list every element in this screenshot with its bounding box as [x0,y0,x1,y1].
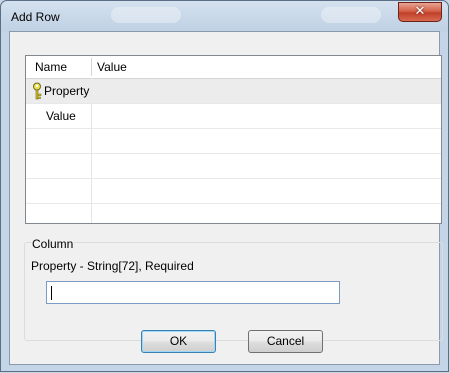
grid-row-value[interactable]: Value [26,104,441,129]
grid-row-property[interactable]: Property [26,79,441,104]
title-bar-glass-2 [321,7,381,23]
grid-row-empty [26,179,441,204]
column-groupbox: Column Property - String[72], Required [24,237,443,341]
column-header-name[interactable]: Name [35,56,67,78]
grid-row-empty [26,129,441,154]
cancel-button[interactable]: Cancel [248,330,323,353]
column-value-input[interactable] [46,281,340,304]
column-description: Property - String[72], Required [31,259,194,273]
dialog-title: Add Row [11,10,60,24]
dialog-client-area: Name Value Property Value Column Propert… [9,31,443,365]
grid-row-empty [26,154,441,179]
column-divider[interactable] [91,58,92,76]
property-grid[interactable]: Name Value Property Value [25,55,442,224]
key-icon [33,82,42,100]
close-icon: ✕ [414,4,426,19]
title-bar[interactable]: Add Row ✕ [1,1,448,31]
grid-header: Name Value [26,56,441,79]
column-header-value[interactable]: Value [97,56,127,78]
text-caret [51,286,52,300]
row-name-property: Property [44,84,90,98]
title-bar-glass [111,7,181,23]
ok-button[interactable]: OK [141,330,216,353]
row-name-value: Value [46,109,76,123]
add-row-dialog: Add Row ✕ Name Value Property Value Colu… [0,0,449,372]
grid-row-empty [26,204,441,223]
column-group-title: Column [31,237,75,251]
close-button[interactable]: ✕ [398,2,442,22]
